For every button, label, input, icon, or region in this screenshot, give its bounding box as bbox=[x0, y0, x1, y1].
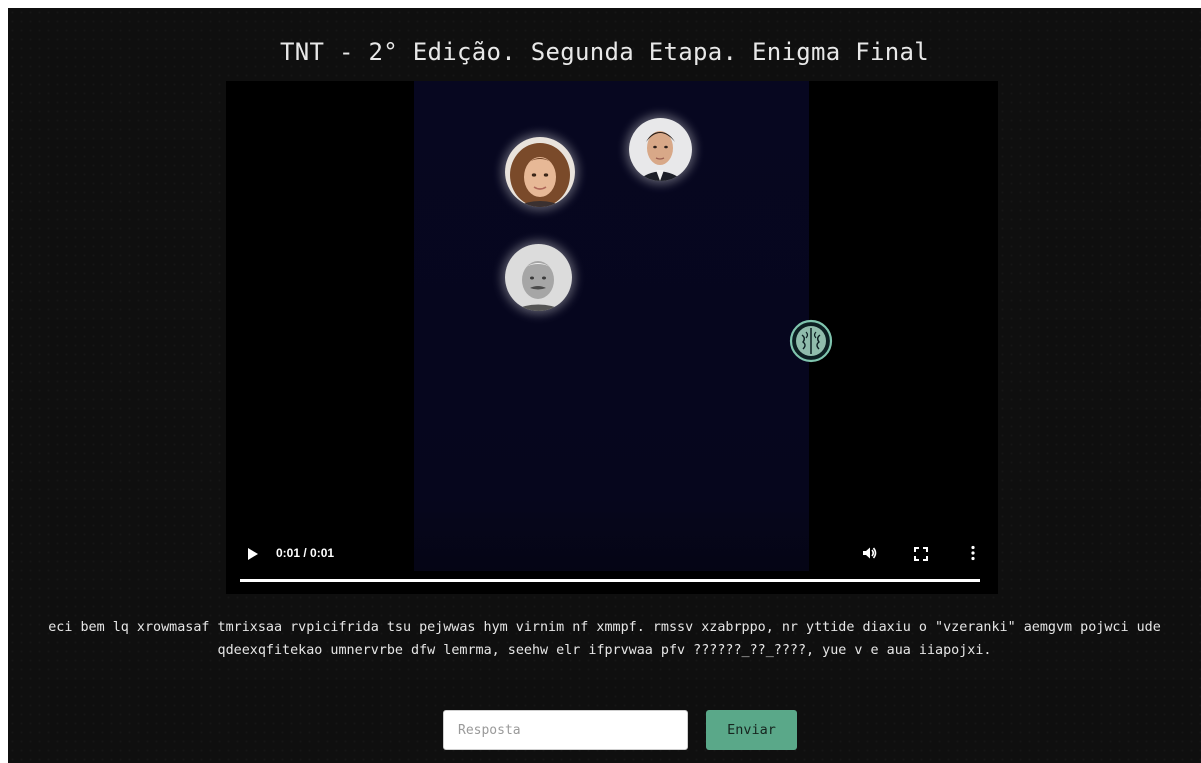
fullscreen-icon[interactable] bbox=[914, 546, 928, 561]
more-options-icon[interactable] bbox=[970, 545, 976, 561]
play-icon[interactable] bbox=[246, 545, 260, 563]
video-player[interactable]: 0:01 / 0:01 bbox=[226, 81, 998, 594]
brain-icon bbox=[789, 319, 833, 363]
time-display: 0:01 / 0:01 bbox=[276, 546, 335, 560]
video-controls: 0:01 / 0:01 bbox=[226, 527, 998, 594]
volume-icon[interactable] bbox=[862, 545, 878, 561]
video-progress-fill bbox=[240, 579, 980, 582]
face-avatar-old-man bbox=[505, 244, 572, 311]
page-title: TNT - 2° Edição. Segunda Etapa. Enigma F… bbox=[280, 38, 929, 66]
answer-input[interactable] bbox=[443, 710, 688, 750]
page-container: TNT - 2° Edição. Segunda Etapa. Enigma F… bbox=[8, 8, 1201, 763]
riddle-text: eci bem lq xrowmasaf tmrixsaa rvpicifrid… bbox=[48, 620, 1161, 658]
face-avatar-man-suit bbox=[629, 118, 692, 181]
submit-button[interactable]: Enviar bbox=[706, 710, 797, 750]
video-progress-bar[interactable] bbox=[240, 579, 980, 582]
face-avatar-girl bbox=[505, 137, 575, 207]
video-frame bbox=[414, 81, 833, 571]
